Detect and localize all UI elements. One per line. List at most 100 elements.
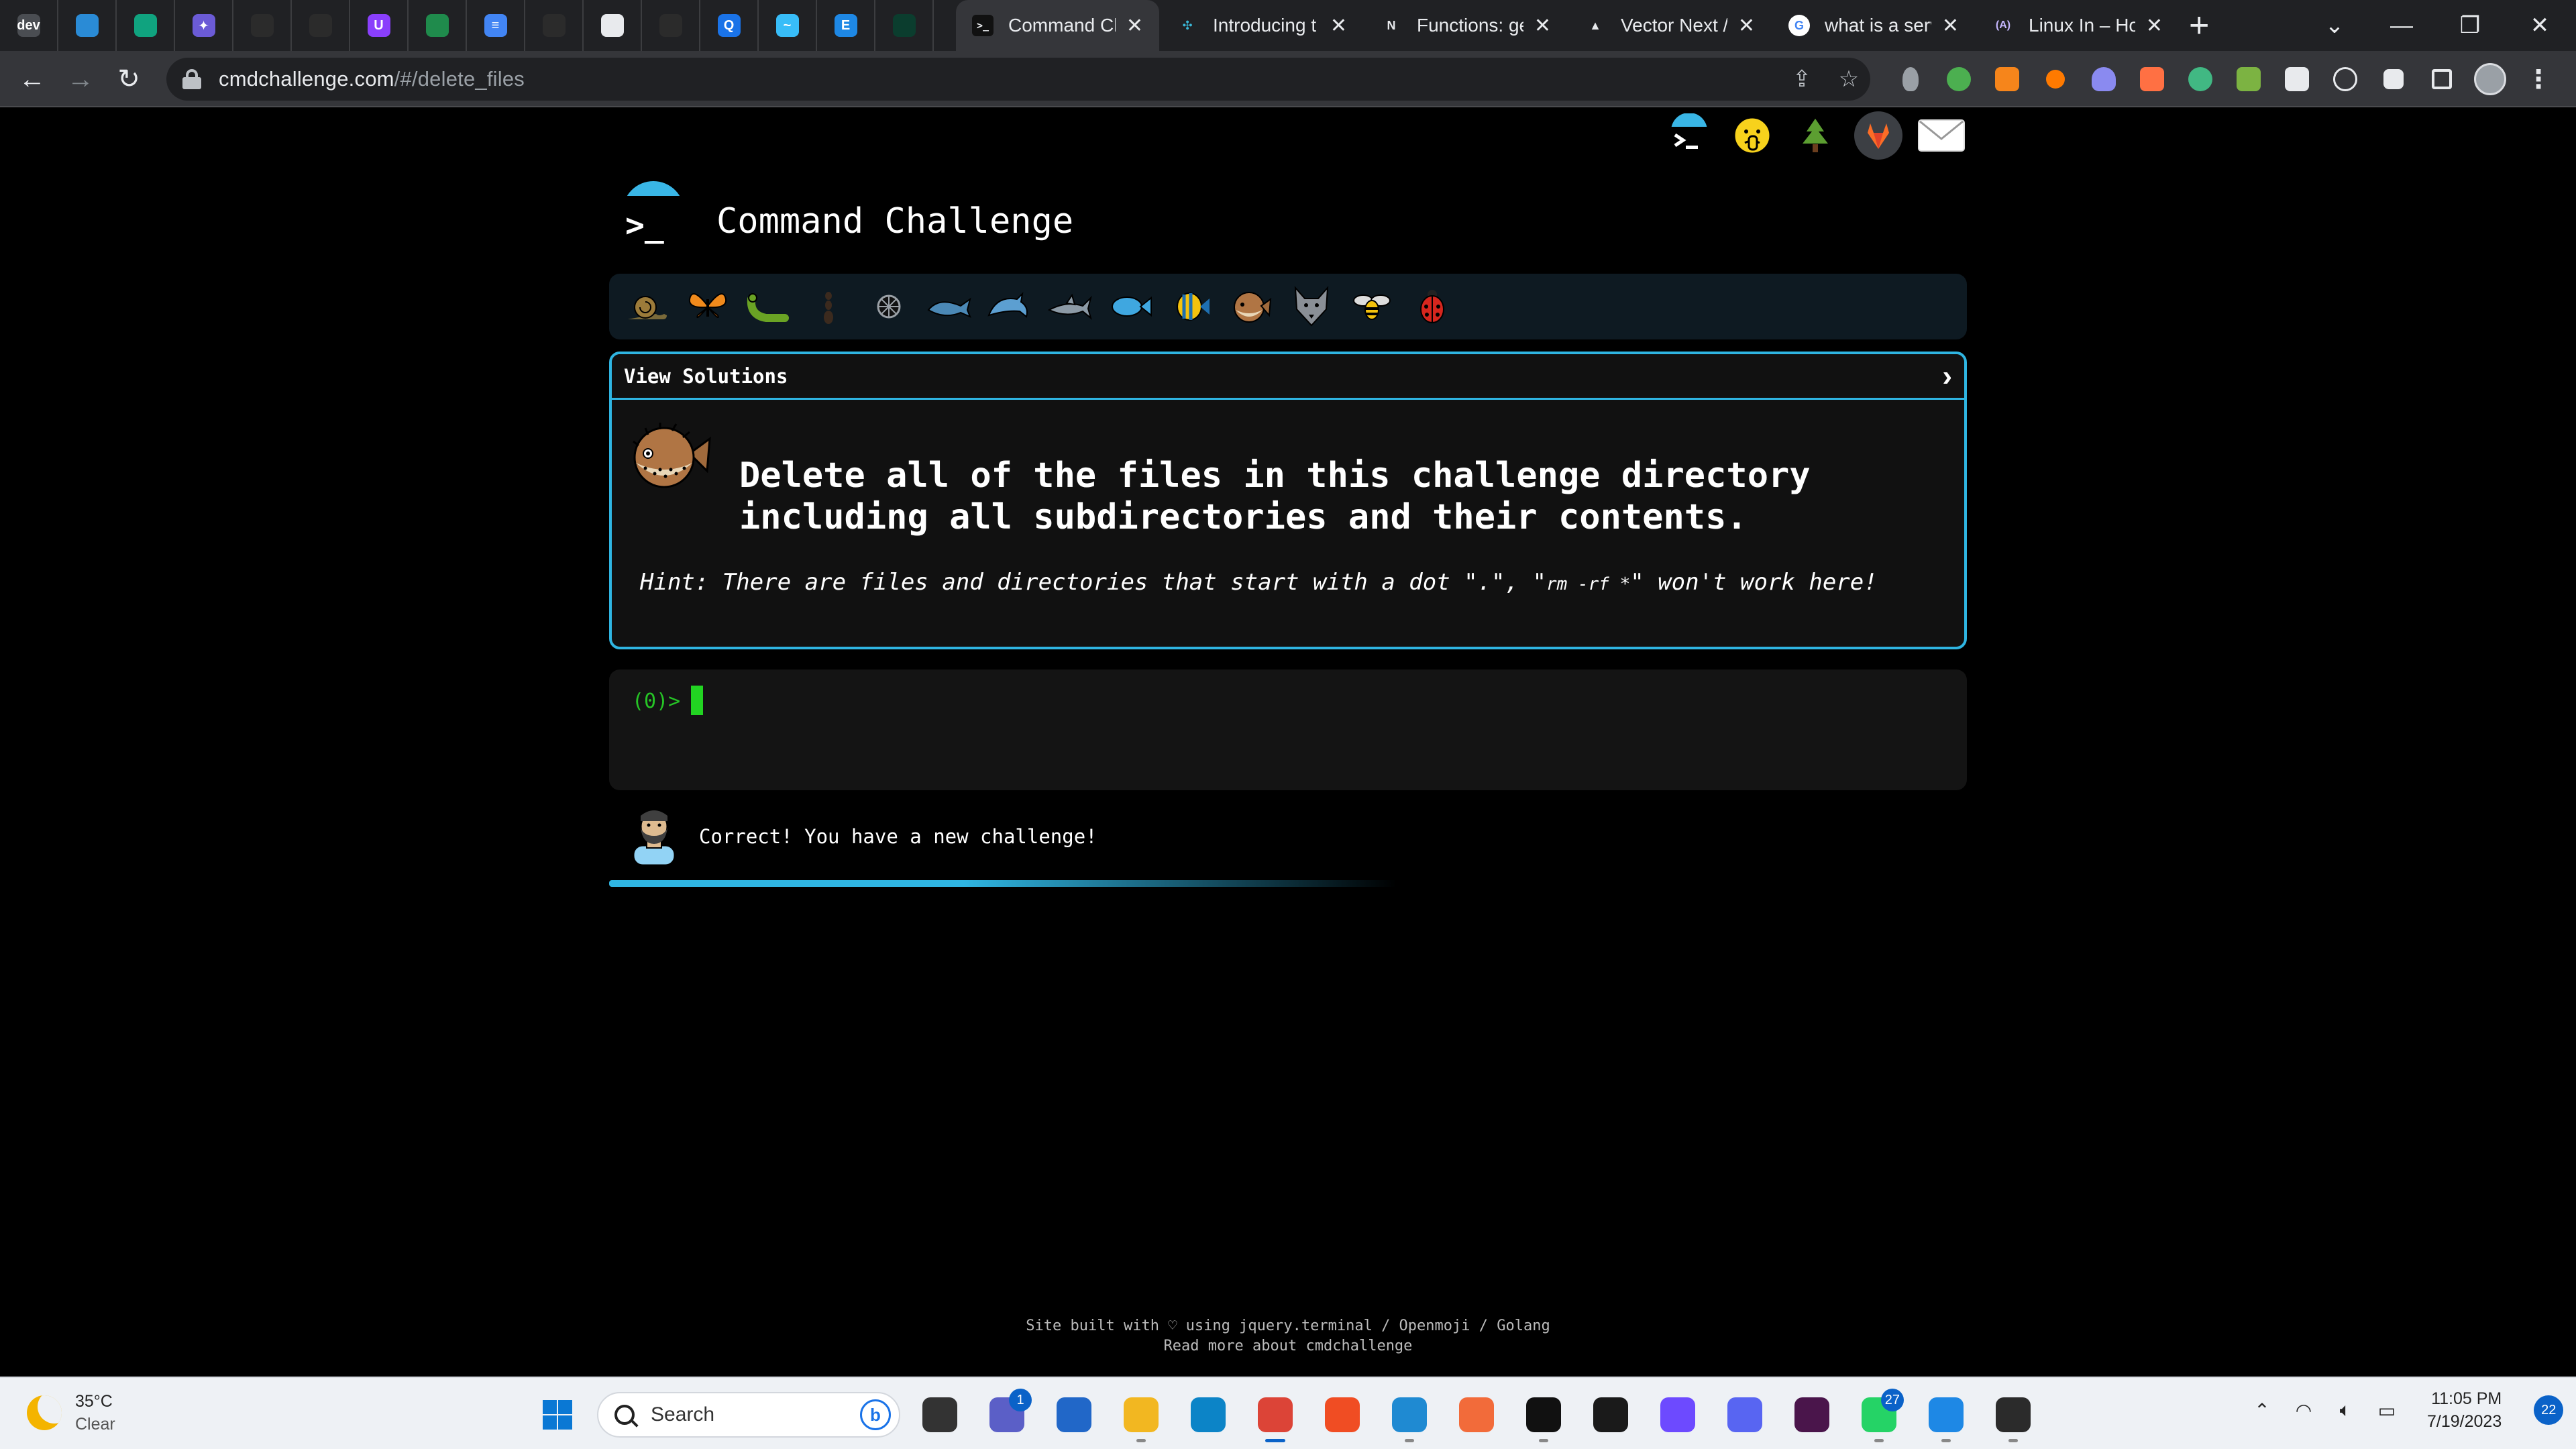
react-devtools-icon[interactable] <box>2326 60 2364 98</box>
pinned-tab[interactable] <box>409 0 467 51</box>
challenge-shell-icon[interactable] <box>859 276 919 337</box>
pinned-tab[interactable] <box>58 0 117 51</box>
extensions-puzzle-icon[interactable] <box>2375 60 2412 98</box>
pinned-tab[interactable]: Q <box>700 0 759 51</box>
taskbar-whatsapp-button[interactable]: 27 <box>1851 1387 1907 1442</box>
chrome-menu-icon[interactable]: ⋮ <box>2520 60 2557 98</box>
view-solutions-toggle[interactable]: View Solutions › <box>612 354 1964 400</box>
pinned-tab[interactable] <box>233 0 292 51</box>
pinned-tab[interactable] <box>525 0 584 51</box>
taskbar-postman-button[interactable] <box>1449 1387 1504 1442</box>
chevron-right-icon[interactable]: › <box>1942 360 1952 393</box>
challenge-ladybug-icon[interactable] <box>1402 276 1462 337</box>
side-panel-icon[interactable] <box>2423 60 2461 98</box>
pinned-tab[interactable] <box>584 0 642 51</box>
gitlab-link[interactable] <box>1853 110 1904 161</box>
extension-a-icon[interactable] <box>2133 60 2171 98</box>
pinned-tab[interactable] <box>292 0 350 51</box>
taskbar-discord-button[interactable] <box>1717 1387 1772 1442</box>
address-bar[interactable]: cmdchallenge.com/#/delete_files ⇪ ☆ <box>166 58 1870 101</box>
clock[interactable]: 11:05 PM 7/19/2023 <box>2427 1387 2502 1433</box>
wifi-icon[interactable]: ◠ <box>2289 1395 2318 1425</box>
bookmark-star-icon[interactable]: ☆ <box>1830 58 1868 101</box>
tab-command-challenge[interactable]: >_ Command Ch ✕ <box>956 0 1159 51</box>
pinned-tab[interactable] <box>642 0 700 51</box>
openmoji-link[interactable] <box>1727 110 1778 161</box>
challenge-caterpillar-icon[interactable] <box>738 276 798 337</box>
taskbar-teams-button[interactable]: 1 <box>979 1387 1034 1442</box>
share-icon[interactable]: ⇪ <box>1783 58 1821 101</box>
challenge-blowfish-icon[interactable] <box>1221 276 1281 337</box>
pinned-tab[interactable]: ≡ <box>467 0 525 51</box>
taskbar-file-explorer-button[interactable] <box>1114 1387 1169 1442</box>
mail-link[interactable] <box>1916 110 1967 161</box>
taskbar-vscode-button[interactable] <box>1382 1387 1437 1442</box>
taskbar-brave-button[interactable] <box>1315 1387 1370 1442</box>
challenge-dolphin-icon[interactable] <box>979 276 1040 337</box>
back-arrow-icon[interactable]: ← <box>13 60 51 98</box>
taskbar-terminal-app-button[interactable] <box>1516 1387 1571 1442</box>
challenge-whale-icon[interactable] <box>919 276 979 337</box>
taskbar-start-button[interactable] <box>530 1387 585 1442</box>
tab-vector-next[interactable]: ▲ Vector Next / ✕ <box>1568 0 1771 51</box>
extension-people-icon[interactable] <box>2230 60 2267 98</box>
close-tab-icon[interactable]: ✕ <box>1126 14 1143 38</box>
taskbar-edge-button[interactable] <box>1181 1387 1236 1442</box>
pinned-tab[interactable]: E <box>817 0 875 51</box>
pinned-tab[interactable]: ~ <box>759 0 817 51</box>
lock-icon[interactable] <box>182 69 201 89</box>
pinned-tab[interactable]: U <box>350 0 409 51</box>
extension-ghost-icon[interactable] <box>2085 60 2123 98</box>
footer-about-link[interactable]: Read more about cmdchallenge <box>0 1336 2576 1356</box>
challenge-ant-icon[interactable] <box>798 276 859 337</box>
restore-button[interactable]: ❐ <box>2436 0 2504 51</box>
new-tab-button[interactable]: + <box>2189 5 2209 46</box>
taskbar-slack-button[interactable] <box>1784 1387 1839 1442</box>
pinned-tab[interactable] <box>117 0 175 51</box>
tab-search-dropdown-icon[interactable]: ⌄ <box>2301 0 2368 51</box>
terminal[interactable]: (0)> <box>609 669 1967 790</box>
notification-badge[interactable]: 22 <box>2534 1395 2564 1425</box>
speaker-icon[interactable]: 🔈︎ <box>2330 1395 2360 1425</box>
chevron-up-icon[interactable]: ⌃ <box>2247 1395 2277 1425</box>
taskbar-pycharm-button[interactable] <box>1583 1387 1638 1442</box>
metamask-icon[interactable] <box>1988 60 2026 98</box>
weather-widget[interactable]: 35°C Clear <box>27 1390 115 1436</box>
close-tab-icon[interactable]: ✕ <box>1534 14 1551 38</box>
extension-mouse-icon[interactable] <box>1892 60 1929 98</box>
close-tab-icon[interactable]: ✕ <box>1330 14 1347 38</box>
taskbar-search[interactable]: Search b <box>597 1392 900 1438</box>
vue-devtools-icon[interactable] <box>2182 60 2219 98</box>
forward-arrow-icon[interactable]: → <box>62 60 99 98</box>
challenge-shark-icon[interactable] <box>1040 276 1100 337</box>
taskbar-store-button[interactable] <box>1046 1387 1102 1442</box>
taskbar-windows-terminal-button[interactable] <box>1986 1387 2041 1442</box>
tab-google-search[interactable]: G what is a serv ✕ <box>1772 0 1975 51</box>
pinned-tab[interactable]: dev <box>0 0 58 51</box>
challenge-wolf-icon[interactable] <box>1281 276 1342 337</box>
challenge-fish-icon[interactable] <box>1100 276 1161 337</box>
pinned-tab[interactable]: ✦ <box>175 0 233 51</box>
reload-icon[interactable]: ↻ <box>110 60 148 98</box>
tab-linux-in[interactable]: (A) Linux In – Ho ✕ <box>1976 0 2179 51</box>
minimize-button[interactable]: — <box>2368 0 2435 51</box>
extension-burst-icon[interactable] <box>2037 60 2074 98</box>
challenge-butterfly-icon[interactable] <box>678 276 738 337</box>
close-window-button[interactable]: ✕ <box>2506 0 2573 51</box>
challenge-bee-icon[interactable] <box>1342 276 1402 337</box>
challenge-tropical-fish-icon[interactable] <box>1161 276 1221 337</box>
taskbar-notepad-button[interactable] <box>1919 1387 1974 1442</box>
tab-functions[interactable]: N Functions: ge ✕ <box>1364 0 1567 51</box>
close-tab-icon[interactable]: ✕ <box>2146 14 2163 38</box>
profile-avatar[interactable] <box>2471 60 2509 98</box>
challenge-snail-icon[interactable] <box>617 276 678 337</box>
battery-icon[interactable]: ▭ <box>2372 1395 2402 1425</box>
taskbar-proton-vpn-button[interactable] <box>1650 1387 1705 1442</box>
close-tab-icon[interactable]: ✕ <box>1738 14 1755 38</box>
pinned-tab[interactable] <box>875 0 934 51</box>
taskbar-chrome-button[interactable] <box>1248 1387 1303 1442</box>
taskbar-task-view-button[interactable] <box>912 1387 967 1442</box>
cmdchallenge-logo-link[interactable] <box>1664 110 1715 161</box>
tab-introducing[interactable]: ✣ Introducing t ✕ <box>1161 0 1363 51</box>
extension-x-icon[interactable] <box>2278 60 2316 98</box>
